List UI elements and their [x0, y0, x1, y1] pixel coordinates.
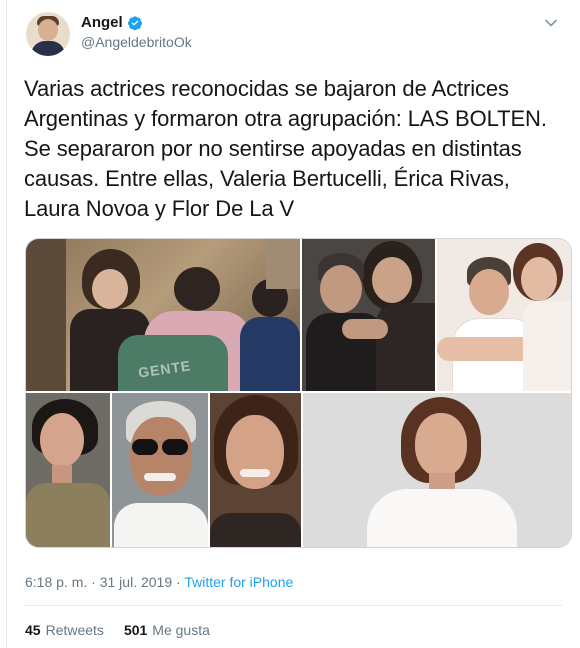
meta-separator: · — [172, 574, 185, 590]
meta-separator: · — [87, 574, 100, 590]
author-display-name[interactable]: Angel — [81, 14, 123, 31]
photo-actor-sunglasses[interactable] — [112, 393, 208, 547]
likes-count: 501 — [123, 622, 148, 638]
retweets-label: Retweets — [45, 622, 104, 638]
verified-badge-icon — [127, 15, 142, 30]
timeline-border — [6, 0, 7, 648]
chevron-down-icon[interactable] — [544, 16, 558, 30]
photo-actress-smiling[interactable] — [210, 393, 301, 547]
avatar-shoulders — [31, 41, 65, 56]
photo-couple-dark[interactable] — [302, 239, 435, 391]
tweet-text: Varias actrices reconocidas se bajaron d… — [24, 76, 547, 221]
tweet-card: Angel @AngeldebritoOk Varias actrices re… — [0, 0, 580, 648]
tweet-time[interactable]: 6:18 p. m. — [25, 574, 87, 590]
likes-stat[interactable]: 501 Me gusta — [124, 622, 210, 638]
name-row: Angel — [81, 14, 192, 31]
tweet-meta: 6:18 p. m. · 31 jul. 2019 · Twitter for … — [25, 574, 293, 590]
photo-couple-light[interactable] — [437, 239, 571, 391]
author-handle[interactable]: @AngeldebritoOk — [81, 34, 192, 50]
author-names: Angel @AngeldebritoOk — [81, 14, 192, 50]
avatar[interactable] — [26, 12, 70, 56]
stats-divider — [24, 605, 562, 606]
tweet-source-link[interactable]: Twitter for iPhone — [184, 574, 293, 590]
avatar-face — [38, 19, 58, 41]
photo-actress-white-top[interactable] — [303, 393, 571, 547]
tweet-media-collage[interactable]: GENTE — [25, 238, 572, 548]
tweet-date[interactable]: 31 jul. 2019 — [100, 574, 172, 590]
photo-actresses-hug[interactable]: GENTE — [26, 239, 300, 391]
photo-actress-short-hair[interactable] — [26, 393, 110, 547]
tweet-header: Angel @AngeldebritoOk — [26, 12, 192, 56]
retweets-stat[interactable]: 45 Retweets — [25, 622, 104, 638]
likes-label: Me gusta — [152, 622, 210, 638]
tweet-stats: 45 Retweets 501 Me gusta — [25, 622, 230, 638]
retweets-count: 45 — [25, 622, 41, 638]
